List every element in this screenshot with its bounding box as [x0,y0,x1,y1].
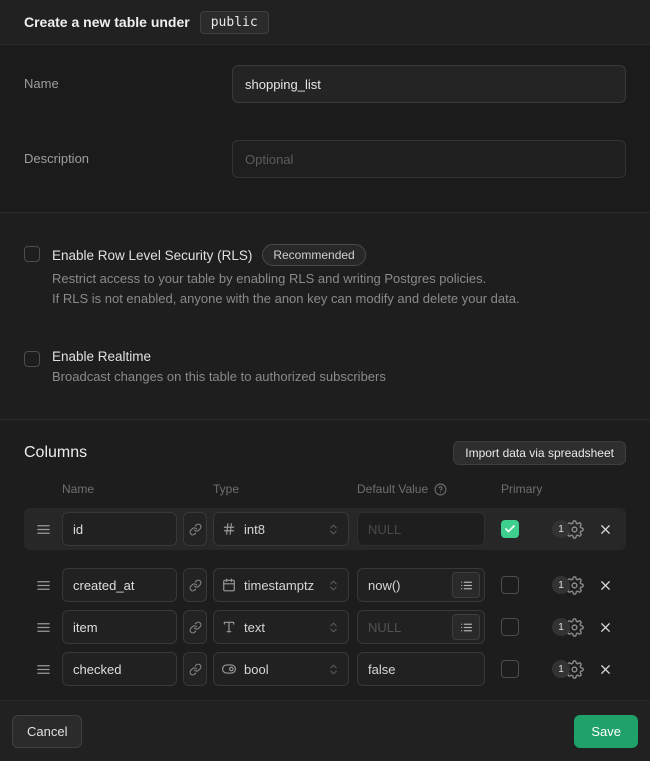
settings-count-badge: 1 [552,618,570,636]
default-value-wrap [357,610,485,644]
default-suggestions-icon[interactable] [452,572,480,598]
foreign-key-link-icon[interactable] [183,568,207,602]
columns-title: Columns [24,444,87,462]
column-rows: int8 1 timestamptz 1 text 1 bool 1 [24,508,626,687]
realtime-block: Enable Realtime Broadcast changes on thi… [24,349,626,387]
create-table-panel: Create a new table under public Name Des… [0,0,650,761]
recommended-badge: Recommended [262,244,365,266]
header-name: Name [62,482,213,496]
columns-section: Columns Import data via spreadsheet Name… [0,420,650,700]
remove-column-icon[interactable] [597,577,613,593]
realtime-title: Enable Realtime [52,349,151,364]
primary-key-checkbox[interactable] [501,660,519,678]
realtime-checkbox[interactable] [24,351,40,367]
rls-checkbox[interactable] [24,246,40,262]
chevrons-up-down-icon [327,621,340,634]
drag-handle-icon[interactable] [24,522,62,537]
column-name-input[interactable] [62,652,177,686]
column-type-select[interactable]: timestamptz [213,568,349,602]
column-name-input[interactable] [62,568,177,602]
table-details-section: Name Description [0,45,650,212]
column-type-select[interactable]: int8 [213,512,349,546]
rls-title: Enable Row Level Security (RLS) [52,248,252,263]
table-name-input[interactable] [232,65,626,103]
column-row-checked: bool 1 [24,651,626,687]
default-value-input [368,522,480,537]
chevrons-up-down-icon [327,663,340,676]
default-value-wrap [357,512,485,546]
remove-column-icon[interactable] [597,661,613,677]
default-value-wrap [357,652,485,686]
text-icon [222,620,236,634]
default-suggestions-icon[interactable] [452,614,480,640]
hash-icon [222,522,236,536]
import-spreadsheet-button[interactable]: Import data via spreadsheet [453,441,626,465]
column-headers: Name Type Default Value Primary [24,482,626,496]
column-row-item: text 1 [24,609,626,645]
column-type-label: int8 [244,522,327,537]
column-settings-button[interactable]: 1 [552,520,584,539]
default-value-wrap [357,568,485,602]
realtime-description: Broadcast changes on this table to autho… [52,367,626,387]
description-label: Description [24,140,232,166]
header-type: Type [213,482,357,496]
drag-handle-icon[interactable] [24,620,62,635]
drag-handle-icon[interactable] [24,662,62,677]
column-type-label: bool [244,662,327,677]
remove-column-icon[interactable] [597,619,613,635]
default-value-input[interactable] [368,620,452,635]
settings-count-badge: 1 [552,520,570,538]
remove-column-icon[interactable] [597,521,613,537]
schema-badge: public [200,11,269,34]
primary-key-checkbox[interactable] [501,576,519,594]
column-settings-button[interactable]: 1 [552,660,584,679]
drag-handle-icon[interactable] [24,578,62,593]
calendar-icon [222,578,236,592]
column-type-select[interactable]: bool [213,652,349,686]
column-type-label: text [244,620,327,635]
description-field-row: Description [24,140,626,178]
header-primary: Primary [501,482,551,496]
foreign-key-link-icon[interactable] [183,652,207,686]
column-row-id: int8 1 [24,508,626,550]
column-type-select[interactable]: text [213,610,349,644]
primary-key-checkbox[interactable] [501,618,519,636]
foreign-key-link-icon[interactable] [183,610,207,644]
column-settings-button[interactable]: 1 [552,576,584,595]
header-default-value: Default Value [357,482,428,496]
column-name-input[interactable] [62,512,177,546]
default-value-input[interactable] [368,662,480,677]
chevrons-up-down-icon [327,523,340,536]
default-value-input[interactable] [368,578,452,593]
panel-footer: Cancel Save [0,700,650,761]
security-section: Enable Row Level Security (RLS) Recommen… [0,212,650,420]
column-type-label: timestamptz [244,578,327,593]
table-description-input[interactable] [232,140,626,178]
column-row-created_at: timestamptz 1 [24,567,626,603]
settings-count-badge: 1 [552,576,570,594]
panel-title: Create a new table under [24,14,190,30]
settings-count-badge: 1 [552,660,570,678]
toggle-icon [222,662,236,676]
name-field-row: Name [24,65,626,103]
rls-description-line2: If RLS is not enabled, anyone with the a… [52,289,626,309]
help-circle-icon[interactable] [434,483,447,496]
column-settings-button[interactable]: 1 [552,618,584,637]
name-label: Name [24,65,232,91]
rls-description-line1: Restrict access to your table by enablin… [52,269,626,289]
primary-key-checkbox[interactable] [501,520,519,538]
chevrons-up-down-icon [327,579,340,592]
foreign-key-link-icon[interactable] [183,512,207,546]
cancel-button[interactable]: Cancel [12,715,82,748]
column-name-input[interactable] [62,610,177,644]
save-button[interactable]: Save [574,715,638,748]
rls-block: Enable Row Level Security (RLS) Recommen… [24,244,626,309]
panel-header: Create a new table under public [0,0,650,45]
